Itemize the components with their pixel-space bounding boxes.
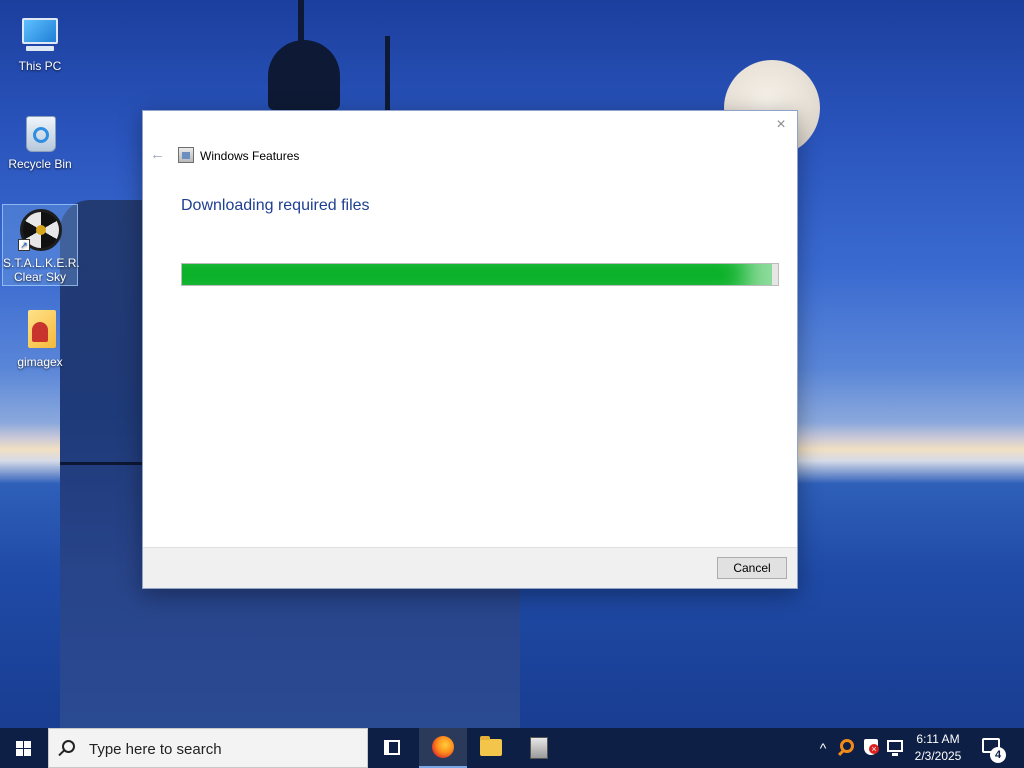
close-icon[interactable]: × bbox=[773, 117, 789, 133]
task-view-icon bbox=[384, 740, 400, 755]
clock-date: 2/3/2025 bbox=[914, 749, 962, 763]
wallpaper-lighthouse-spire bbox=[298, 0, 304, 45]
notification-count-badge: 4 bbox=[990, 747, 1006, 763]
recycle-bin-icon bbox=[18, 110, 62, 154]
search-icon bbox=[62, 740, 75, 753]
taskbar-file-explorer[interactable] bbox=[468, 728, 516, 768]
windows-features-dialog: × ← Windows Features Downloading require… bbox=[142, 110, 798, 589]
windows-features-app-icon bbox=[178, 147, 194, 163]
security-shield-icon[interactable] bbox=[864, 739, 879, 755]
task-view-button[interactable] bbox=[368, 728, 416, 768]
taskbar-windows-features[interactable] bbox=[516, 728, 564, 768]
start-button[interactable] bbox=[0, 728, 48, 768]
dialog-footer: Cancel bbox=[143, 547, 797, 588]
desktop-icon-stalker-clear-sky[interactable]: ↗ S.T.A.L.K.E.R. Clear Sky bbox=[2, 204, 80, 286]
desktop-icon-label: S.T.A.L.K.E.R. Clear Sky bbox=[3, 256, 80, 284]
desktop-icon-label: gimagex bbox=[17, 355, 63, 369]
stalker-game-icon: ↗ bbox=[18, 209, 62, 253]
computer-icon bbox=[18, 12, 62, 56]
taskbar-firefox[interactable] bbox=[419, 728, 467, 768]
cancel-button[interactable]: Cancel bbox=[717, 557, 787, 579]
desktop-icon-gimagex[interactable]: gimagex bbox=[2, 304, 78, 369]
firefox-icon bbox=[432, 736, 454, 758]
gimagex-icon bbox=[18, 308, 62, 352]
dialog-heading: Downloading required files bbox=[181, 197, 370, 214]
wallpaper-lighthouse-rail bbox=[60, 462, 150, 542]
network-icon[interactable] bbox=[887, 740, 903, 756]
clock[interactable]: 6:11 AM 2/3/2025 bbox=[906, 731, 970, 765]
key-tray-icon[interactable] bbox=[840, 739, 854, 753]
desktop-icon-this-pc[interactable]: This PC bbox=[2, 8, 78, 73]
back-arrow-icon[interactable]: ← bbox=[150, 147, 165, 162]
desktop-icon-recycle-bin[interactable]: Recycle Bin bbox=[2, 106, 78, 171]
windows-features-icon bbox=[530, 737, 548, 759]
progress-fill bbox=[182, 264, 773, 285]
wallpaper-lighthouse-dome bbox=[268, 40, 340, 110]
taskbar: Type here to search ^ 6:11 AM 2/3/2025 4 bbox=[0, 728, 1024, 768]
desktop-icon-label: This PC bbox=[18, 59, 62, 73]
show-hidden-icons-chevron-icon[interactable]: ^ bbox=[816, 740, 830, 756]
desktop-icon-label: Recycle Bin bbox=[8, 157, 72, 171]
file-explorer-icon bbox=[480, 736, 502, 756]
download-progress-bar bbox=[181, 263, 779, 286]
windows-logo-icon bbox=[16, 741, 31, 756]
dialog-title: Windows Features bbox=[200, 149, 300, 163]
clock-time: 6:11 AM bbox=[916, 732, 960, 746]
search-placeholder: Type here to search bbox=[89, 741, 222, 758]
wallpaper-lighthouse-antenna bbox=[385, 36, 390, 116]
search-box[interactable]: Type here to search bbox=[48, 728, 368, 768]
